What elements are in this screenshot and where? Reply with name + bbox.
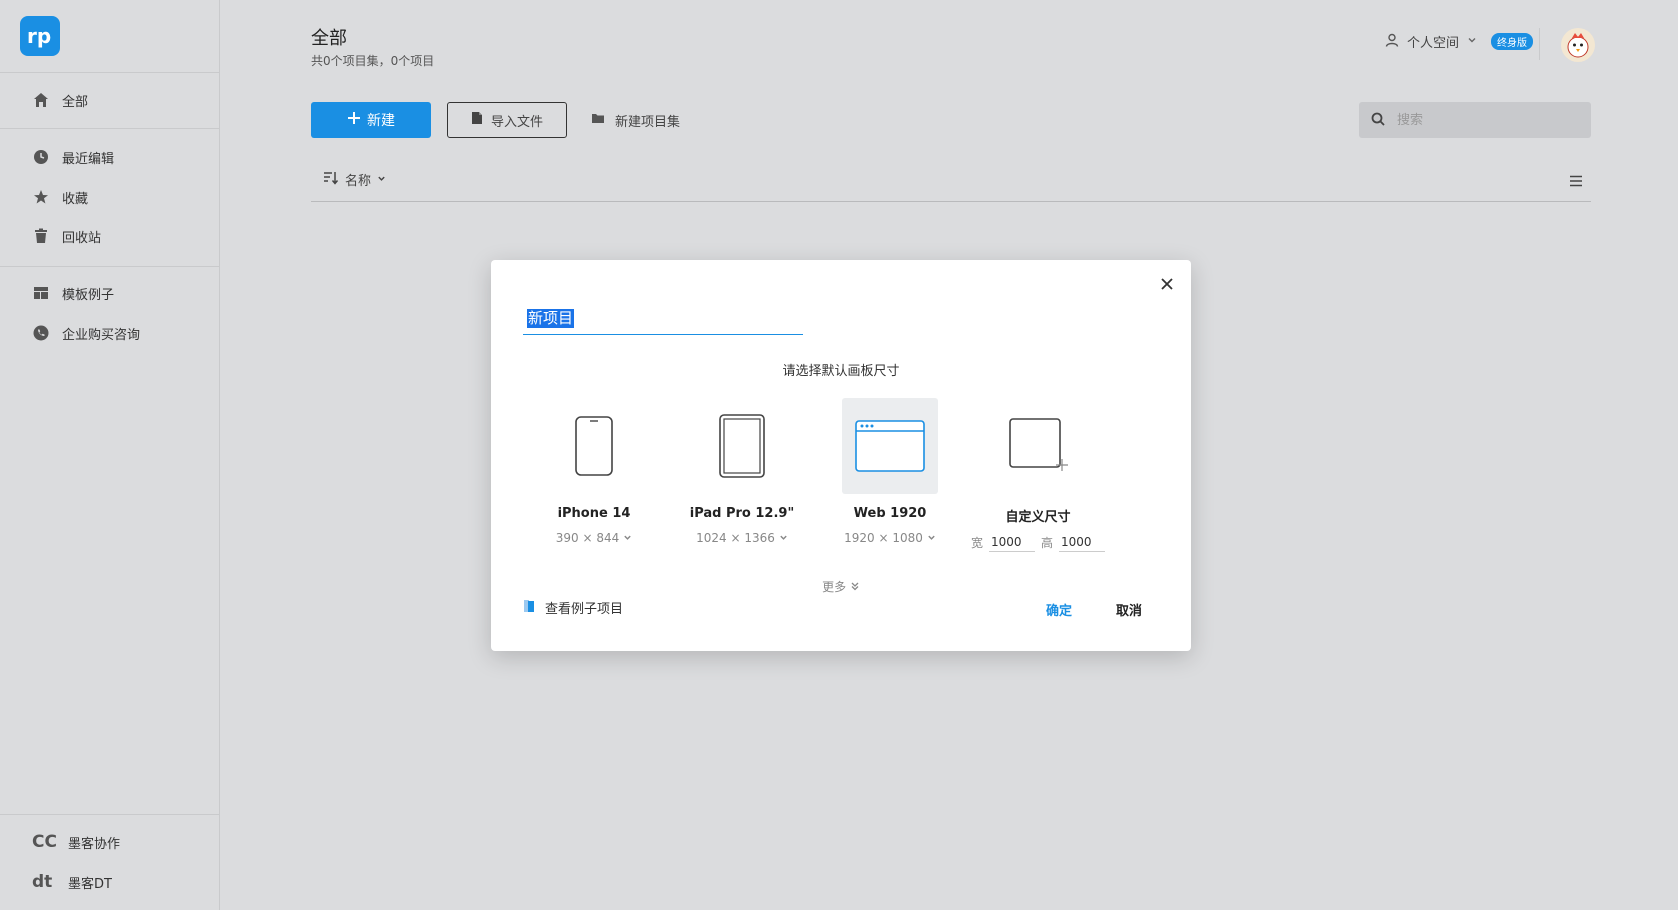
browser-window-icon	[842, 398, 938, 494]
more-sizes-toggle[interactable]: 更多	[491, 578, 1191, 595]
import-file-button[interactable]: 导入文件	[447, 102, 567, 138]
size-option-label: Web 1920	[853, 506, 927, 521]
svg-text:rp: rp	[27, 24, 51, 48]
size-option-label: iPhone 14	[557, 506, 631, 521]
sidebar-item-favorites[interactable]: 收藏	[32, 183, 88, 211]
footer-link-cc[interactable]: CC 墨客协作	[32, 828, 120, 856]
size-option-label: iPad Pro 12.9"	[689, 506, 795, 521]
project-name-input[interactable]: 新项目	[527, 309, 575, 328]
phone-device-icon	[546, 398, 642, 494]
page-subtitle: 共0个项目集，0个项目	[311, 54, 435, 68]
home-icon	[32, 91, 50, 109]
plan-badge: 终身版	[1491, 33, 1534, 50]
new-project-dialog: 新项目 请选择默认画板尺寸 iPhone 14 390 × 844 iPad P…	[491, 260, 1191, 651]
size-option-custom[interactable]: 自定义尺寸 宽 高	[963, 398, 1113, 552]
user-space-menu[interactable]: 个人空间 终身版	[1385, 32, 1534, 51]
sidebar-item-trash[interactable]: 回收站	[32, 222, 101, 250]
size-option-dimensions[interactable]: 390 × 844	[519, 531, 669, 545]
chevron-down-icon	[623, 531, 632, 545]
size-option-web[interactable]: Web 1920 1920 × 1080	[815, 398, 965, 545]
import-file-label: 导入文件	[490, 114, 543, 130]
search-input[interactable]	[1395, 111, 1579, 129]
plus-icon	[347, 111, 361, 129]
double-chevron-down-icon	[850, 580, 860, 594]
cancel-button[interactable]: 取消	[1116, 600, 1142, 619]
trash-icon	[32, 227, 50, 245]
size-value: 390 × 844	[555, 531, 620, 545]
avatar[interactable]	[1561, 28, 1595, 62]
sidebar-item-label: 回收站	[62, 230, 102, 246]
footer-link-dt[interactable]: dt 墨客DT	[32, 868, 112, 896]
folder-icon	[591, 112, 605, 128]
sidebar-item-label: 企业购买咨询	[62, 327, 141, 343]
tablet-device-icon	[694, 398, 790, 494]
chevron-down-icon	[1467, 34, 1477, 49]
view-example-label: 查看例子项目	[545, 602, 624, 617]
new-button-label: 新建	[367, 113, 395, 129]
sidebar-item-recent[interactable]: 最近编辑	[32, 143, 114, 171]
template-icon	[32, 284, 50, 302]
new-collection-label: 新建项目集	[615, 114, 681, 130]
close-icon[interactable]	[1157, 274, 1177, 294]
sidebar-item-label: 模板例子	[62, 287, 115, 303]
project-name-field[interactable]: 新项目	[523, 304, 803, 335]
sidebar: rp 全部 最近编辑 收藏 回收站 模板例子 企业购买咨询 CC 墨客协作 dt…	[0, 0, 220, 910]
height-input[interactable]	[1059, 533, 1106, 552]
dt-logo-icon: dt	[32, 872, 53, 892]
size-prompt: 请选择默认画板尺寸	[782, 364, 900, 379]
size-option-dimensions[interactable]: 1024 × 1366	[667, 531, 817, 545]
user-icon	[1385, 33, 1399, 51]
footer-link-label: 墨客协作	[68, 836, 121, 852]
sidebar-divider	[0, 128, 220, 129]
width-input[interactable]	[989, 533, 1035, 552]
sidebar-item-all[interactable]: 全部	[32, 86, 88, 114]
list-view-icon[interactable]	[1569, 172, 1583, 191]
chevron-down-icon	[377, 172, 386, 187]
more-label: 更多	[822, 580, 847, 594]
search-box[interactable]	[1359, 102, 1591, 138]
list-header-divider	[311, 201, 1591, 202]
height-label: 高	[1041, 536, 1054, 550]
sidebar-item-enterprise[interactable]: 企业购买咨询	[32, 319, 140, 347]
size-option-label: 自定义尺寸	[1005, 510, 1071, 525]
size-option-iphone[interactable]: iPhone 14 390 × 844	[519, 398, 669, 545]
view-example-link[interactable]: 查看例子项目	[523, 598, 623, 617]
confirm-button[interactable]: 确定	[1046, 600, 1072, 619]
phone-icon	[32, 324, 50, 342]
sidebar-divider	[0, 72, 220, 73]
file-icon	[471, 111, 483, 129]
chevron-down-icon	[779, 531, 788, 545]
custom-size-inputs: 宽 高	[963, 533, 1113, 552]
book-icon	[523, 599, 535, 617]
user-space-label: 个人空间	[1407, 36, 1460, 51]
star-icon	[32, 188, 50, 206]
new-collection-button[interactable]: 新建项目集	[591, 102, 680, 138]
size-value: 1920 × 1080	[844, 531, 923, 545]
sidebar-divider	[0, 266, 220, 267]
sidebar-item-label: 最近编辑	[62, 151, 115, 167]
size-option-ipad[interactable]: iPad Pro 12.9" 1024 × 1366	[667, 398, 817, 545]
chevron-down-icon	[927, 531, 936, 545]
size-value: 1024 × 1366	[696, 531, 775, 545]
sidebar-divider	[0, 814, 220, 815]
size-option-dimensions[interactable]: 1920 × 1080	[815, 531, 965, 545]
sort-dropdown[interactable]: 名称	[323, 170, 386, 189]
footer-link-label: 墨客DT	[68, 876, 112, 892]
sidebar-item-label: 收藏	[62, 191, 89, 207]
clock-icon	[32, 148, 50, 166]
page-title: 全部	[311, 28, 347, 49]
new-button[interactable]: 新建	[311, 102, 431, 138]
sidebar-item-templates[interactable]: 模板例子	[32, 279, 114, 307]
sidebar-item-label: 全部	[62, 94, 89, 110]
header-divider	[1539, 28, 1540, 60]
search-icon	[1371, 111, 1385, 130]
cc-logo-icon: CC	[32, 832, 57, 852]
sort-label: 名称	[345, 174, 372, 189]
width-label: 宽	[970, 536, 983, 550]
custom-size-icon	[990, 398, 1086, 494]
app-logo[interactable]: rp	[20, 16, 60, 56]
sort-icon	[323, 171, 339, 189]
